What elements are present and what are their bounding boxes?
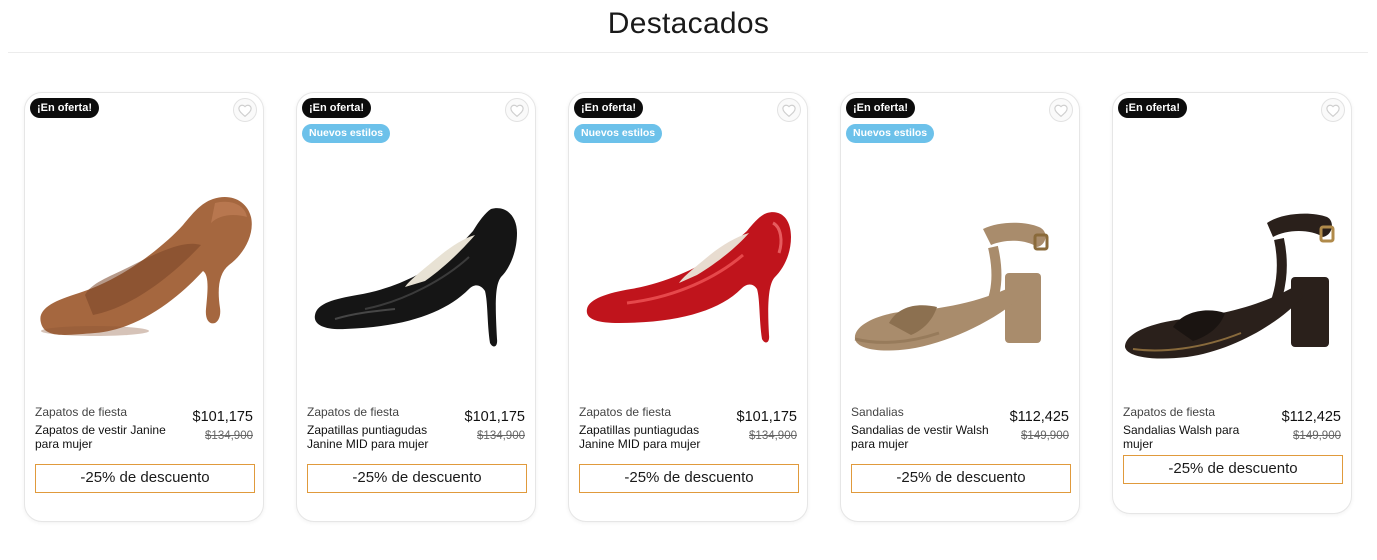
- product-old-price: $134,900: [205, 430, 253, 442]
- product-image[interactable]: [33, 143, 255, 403]
- offer-badge: ¡En oferta!: [574, 98, 643, 118]
- new-styles-badge: Nuevos estilos: [846, 124, 935, 143]
- product-image[interactable]: [1121, 143, 1343, 403]
- product-price: $112,425: [1009, 409, 1069, 425]
- favorite-heart-icon[interactable]: [1049, 98, 1073, 122]
- product-card[interactable]: ¡En oferta! Nuevos estilos Sandalias San…: [840, 92, 1080, 522]
- product-price: $101,175: [192, 409, 253, 425]
- product-category: Zapatos de fiesta: [307, 405, 400, 419]
- favorite-heart-icon[interactable]: [1321, 98, 1345, 122]
- product-image[interactable]: [577, 143, 799, 403]
- section-title: Destacados: [607, 7, 770, 40]
- discount-button[interactable]: -25% de descuento: [1123, 455, 1343, 484]
- favorite-heart-icon[interactable]: [233, 98, 257, 122]
- product-price: $101,175: [736, 409, 797, 425]
- product-name[interactable]: Zapatillas puntiagudas Janine MID para m…: [307, 423, 452, 451]
- product-category: Sandalias: [851, 405, 904, 419]
- product-card[interactable]: ¡En oferta! Nuevos estilos Zapatos de fi…: [296, 92, 536, 522]
- product-price: $101,175: [464, 409, 525, 425]
- discount-button[interactable]: -25% de descuento: [307, 464, 527, 493]
- product-card[interactable]: ¡En oferta! Zapatos de fiesta Zapatos de…: [24, 92, 264, 522]
- favorite-heart-icon[interactable]: [777, 98, 801, 122]
- product-name[interactable]: Sandalias de vestir Walsh para mujer: [851, 423, 996, 451]
- product-old-price: $134,900: [749, 430, 797, 442]
- product-old-price: $149,900: [1293, 430, 1341, 442]
- product-image[interactable]: [305, 143, 527, 403]
- new-styles-badge: Nuevos estilos: [302, 124, 391, 143]
- product-card[interactable]: ¡En oferta! Zapatos de fiesta Sandalias …: [1112, 92, 1352, 514]
- product-name[interactable]: Zapatos de vestir Janine para mujer: [35, 423, 180, 451]
- new-styles-badge: Nuevos estilos: [574, 124, 663, 143]
- product-name[interactable]: Sandalias Walsh para mujer: [1123, 423, 1268, 451]
- discount-button[interactable]: -25% de descuento: [579, 464, 799, 493]
- discount-button[interactable]: -25% de descuento: [35, 464, 255, 493]
- offer-badge: ¡En oferta!: [30, 98, 99, 118]
- product-image[interactable]: [849, 143, 1071, 403]
- discount-button[interactable]: -25% de descuento: [851, 464, 1071, 493]
- product-name[interactable]: Zapatillas puntiagudas Janine MID para m…: [579, 423, 724, 451]
- offer-badge: ¡En oferta!: [302, 98, 371, 118]
- product-category: Zapatos de fiesta: [35, 405, 128, 419]
- product-old-price: $149,900: [1021, 430, 1069, 442]
- product-old-price: $134,900: [477, 430, 525, 442]
- offer-badge: ¡En oferta!: [846, 98, 915, 118]
- product-price: $112,425: [1281, 409, 1341, 425]
- product-category: Zapatos de fiesta: [579, 405, 672, 419]
- divider: [8, 52, 1368, 53]
- product-card[interactable]: ¡En oferta! Nuevos estilos Zapatos de fi…: [568, 92, 808, 522]
- offer-badge: ¡En oferta!: [1118, 98, 1187, 118]
- favorite-heart-icon[interactable]: [505, 98, 529, 122]
- product-category: Zapatos de fiesta: [1123, 405, 1216, 419]
